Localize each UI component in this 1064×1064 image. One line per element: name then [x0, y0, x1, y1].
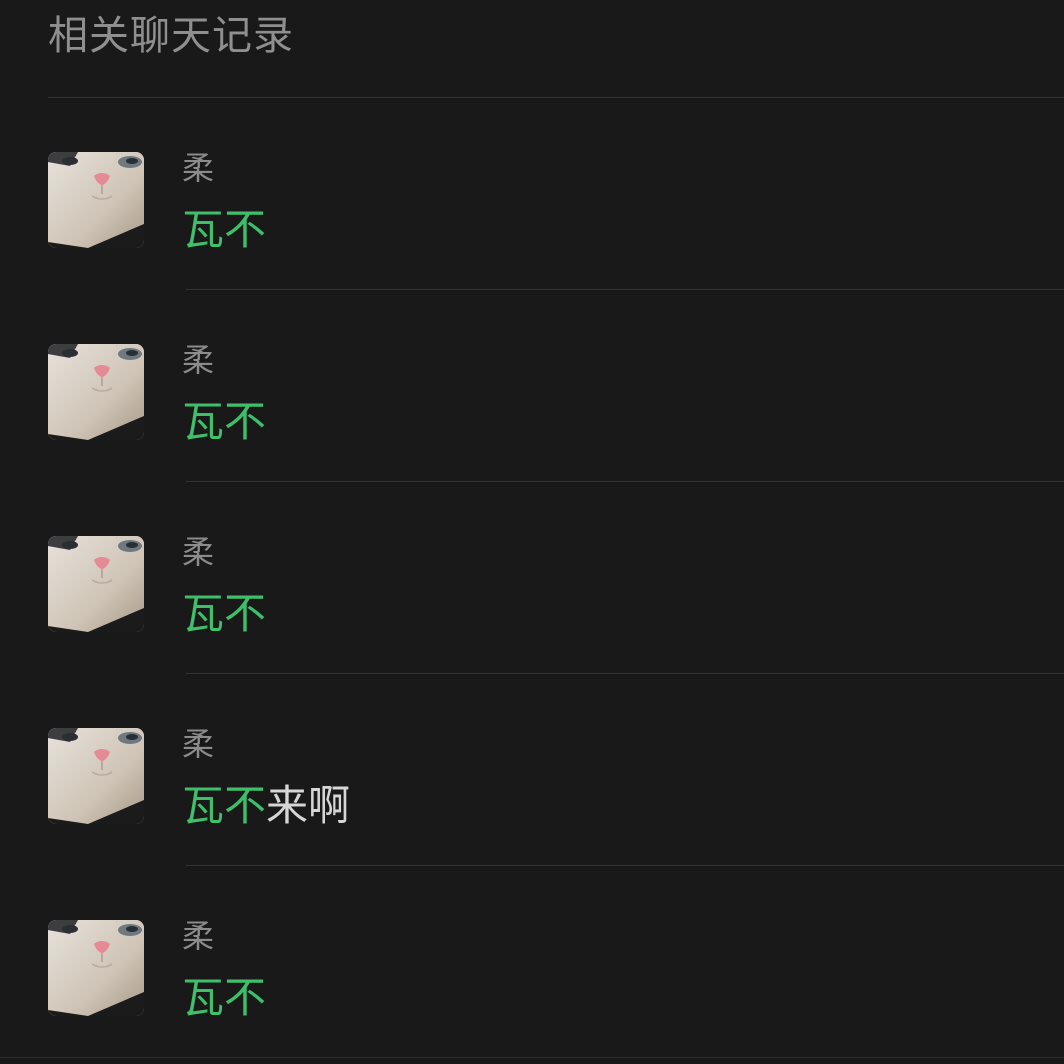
- message-rest: 来啊: [266, 781, 351, 830]
- chat-search-results-page: 相关聊天记录 柔 瓦不 柔 瓦不 柔 瓦不 柔 瓦不来啊 柔 瓦不: [0, 0, 1064, 1064]
- keyword-highlight: 瓦不: [182, 973, 267, 1022]
- message-snippet: 瓦不: [182, 974, 266, 1022]
- keyword-highlight: 瓦不: [182, 781, 267, 830]
- cat-avatar-icon[interactable]: [48, 152, 144, 248]
- cat-avatar-icon[interactable]: [48, 728, 144, 824]
- results-list: 柔 瓦不 柔 瓦不 柔 瓦不 柔 瓦不来啊 柔 瓦不: [0, 98, 1064, 1058]
- sender-name: 柔: [182, 725, 215, 763]
- sender-name: 柔: [182, 917, 215, 955]
- message-snippet: 瓦不: [182, 590, 266, 638]
- keyword-highlight: 瓦不: [182, 205, 267, 254]
- message-snippet: 瓦不来啊: [182, 782, 350, 830]
- sender-name: 柔: [182, 341, 215, 379]
- bottom-divider: [0, 1057, 1064, 1058]
- message-snippet: 瓦不: [182, 206, 266, 254]
- cat-avatar-icon[interactable]: [48, 920, 144, 1016]
- section-title: 相关聊天记录: [48, 13, 294, 59]
- result-item[interactable]: 柔 瓦不: [0, 98, 1064, 290]
- result-item[interactable]: 柔 瓦不: [0, 482, 1064, 674]
- sender-name: 柔: [182, 149, 215, 187]
- keyword-highlight: 瓦不: [182, 397, 267, 446]
- result-item[interactable]: 柔 瓦不来啊: [0, 674, 1064, 866]
- keyword-highlight: 瓦不: [182, 589, 267, 638]
- cat-avatar-icon[interactable]: [48, 344, 144, 440]
- cat-avatar-icon[interactable]: [48, 536, 144, 632]
- sender-name: 柔: [182, 533, 215, 571]
- result-item[interactable]: 柔 瓦不: [0, 866, 1064, 1058]
- result-item[interactable]: 柔 瓦不: [0, 290, 1064, 482]
- message-snippet: 瓦不: [182, 398, 266, 446]
